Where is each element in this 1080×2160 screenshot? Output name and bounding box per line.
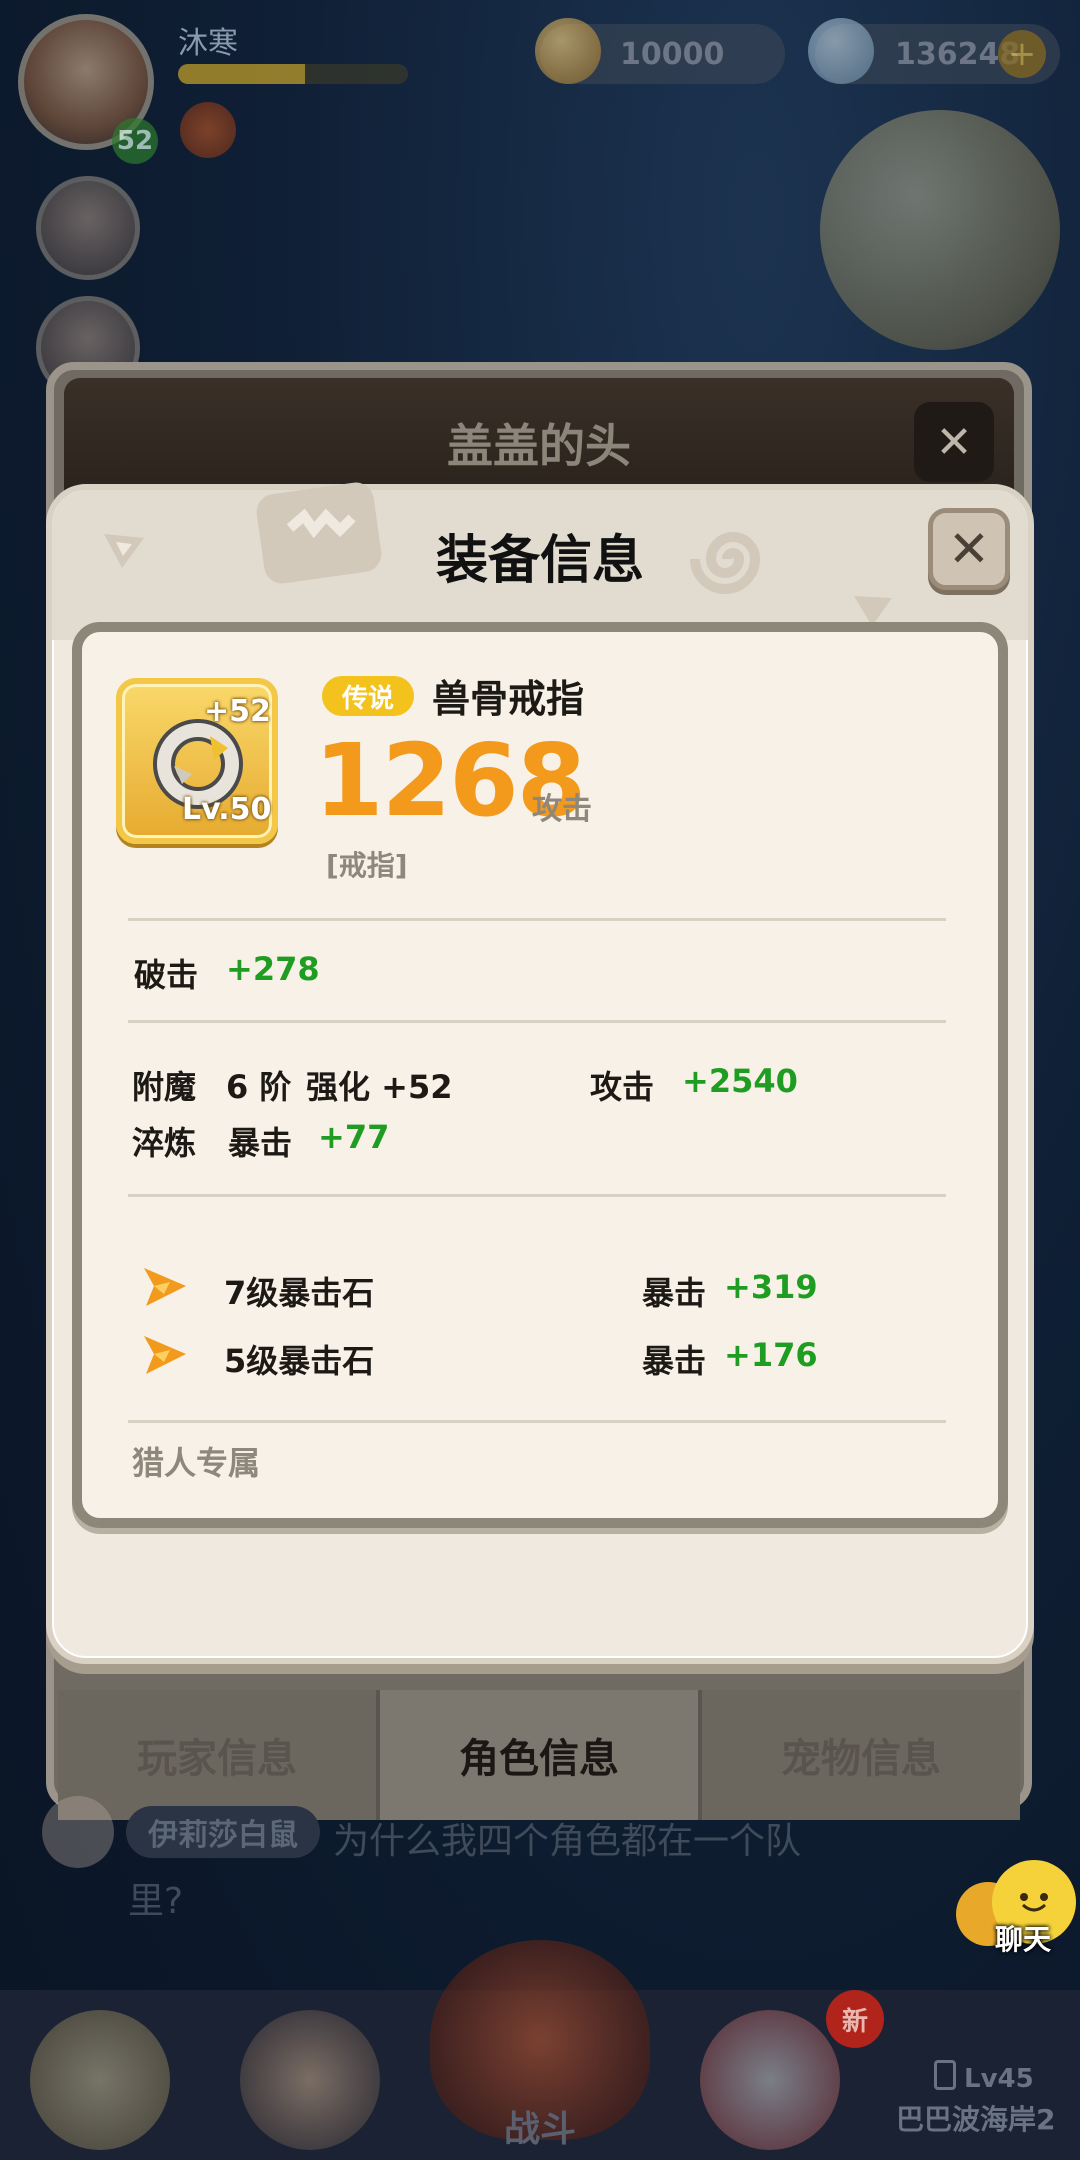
background-planet <box>820 110 1060 350</box>
chat-button[interactable]: 聊天 <box>956 1860 1076 1960</box>
tab-player-info[interactable]: 玩家信息 <box>58 1690 380 1820</box>
divider <box>128 1020 946 1023</box>
lock-icon <box>934 2060 956 2090</box>
team-member-avatar-1[interactable] <box>36 176 140 280</box>
nav-bag-icon[interactable] <box>700 2010 840 2150</box>
item-attack-label: 攻击 <box>532 792 592 827</box>
game-screen: { "hud": { "player_name": "沐寒", "level":… <box>0 0 1080 2160</box>
add-currency-button[interactable]: + <box>998 30 1046 78</box>
enchant-bonus-value: +2540 <box>682 1062 798 1100</box>
gem-stat-value: +319 <box>724 1268 818 1306</box>
temper-stat-label: 暴击 <box>228 1124 293 1162</box>
tab-pet-info[interactable]: 宠物信息 <box>702 1690 1020 1820</box>
nav-hero-icon[interactable] <box>240 2010 380 2150</box>
item-name: 兽骨戒指 <box>432 677 585 721</box>
gem-name: 5级暴击石 <box>224 1342 375 1380</box>
rarity-badge: 传说 <box>322 676 414 716</box>
new-badge: 新 <box>826 1990 884 2048</box>
enchant-tier: 6 阶 <box>226 1068 292 1106</box>
nav-pet-icon[interactable] <box>30 2010 170 2150</box>
divider <box>128 918 946 921</box>
gem-stat-value: +176 <box>724 1336 818 1374</box>
temper-stat-value: +77 <box>318 1118 390 1156</box>
gem-icon <box>808 18 874 84</box>
divider <box>128 1194 946 1197</box>
info-tabs: 玩家信息 角色信息 宠物信息 <box>58 1690 1020 1820</box>
exclusive-note: 猎人专属 <box>132 1444 261 1482</box>
base-stat-value: +278 <box>226 950 320 988</box>
map-level: Lv45 <box>964 2064 1034 2094</box>
equipment-dialog-title: 装备信息 <box>435 531 644 591</box>
item-type: [戒指] <box>326 849 408 882</box>
gem-stat-label: 暴击 <box>642 1274 707 1312</box>
player-level-badge: 52 <box>112 118 158 164</box>
chat-button-label: 聊天 <box>994 1923 1051 1956</box>
item-level: Lv.50 <box>182 792 272 827</box>
player-name: 沐寒 <box>178 26 238 61</box>
nav-fight-label: 战斗 <box>503 2109 576 2150</box>
enchant-label: 附魔 <box>132 1068 197 1106</box>
temper-label: 淬炼 <box>132 1124 197 1162</box>
crit-stone-icon <box>144 1336 186 1374</box>
gold-coin-icon <box>535 18 601 84</box>
chat-sender-name: 伊莉莎白鼠 <box>126 1806 320 1858</box>
tab-character-info[interactable]: 角色信息 <box>380 1690 702 1820</box>
item-enhance-level: +52 <box>204 694 271 729</box>
exp-bar-fill <box>178 64 305 84</box>
character-info-close-button[interactable]: ✕ <box>914 402 994 482</box>
crit-stone-icon <box>144 1268 186 1306</box>
enchant-strengthen: 强化 +52 <box>306 1068 453 1106</box>
vip-badge-icon[interactable] <box>180 102 236 158</box>
gem-name: 7级暴击石 <box>224 1274 375 1312</box>
character-info-title: 盖盖的头 <box>447 419 631 473</box>
base-stat-label: 破击 <box>134 956 199 994</box>
equipment-dialog-close-button[interactable]: ✕ <box>928 508 1010 590</box>
close-icon: ✕ <box>948 520 990 578</box>
enchant-bonus-label: 攻击 <box>590 1068 655 1106</box>
map-name[interactable]: 巴巴波海岸2 <box>896 2098 1055 2138</box>
chat-sender-avatar <box>42 1796 114 1868</box>
gem-stat-label: 暴击 <box>642 1342 707 1380</box>
exp-bar <box>178 64 408 84</box>
divider <box>128 1420 946 1423</box>
